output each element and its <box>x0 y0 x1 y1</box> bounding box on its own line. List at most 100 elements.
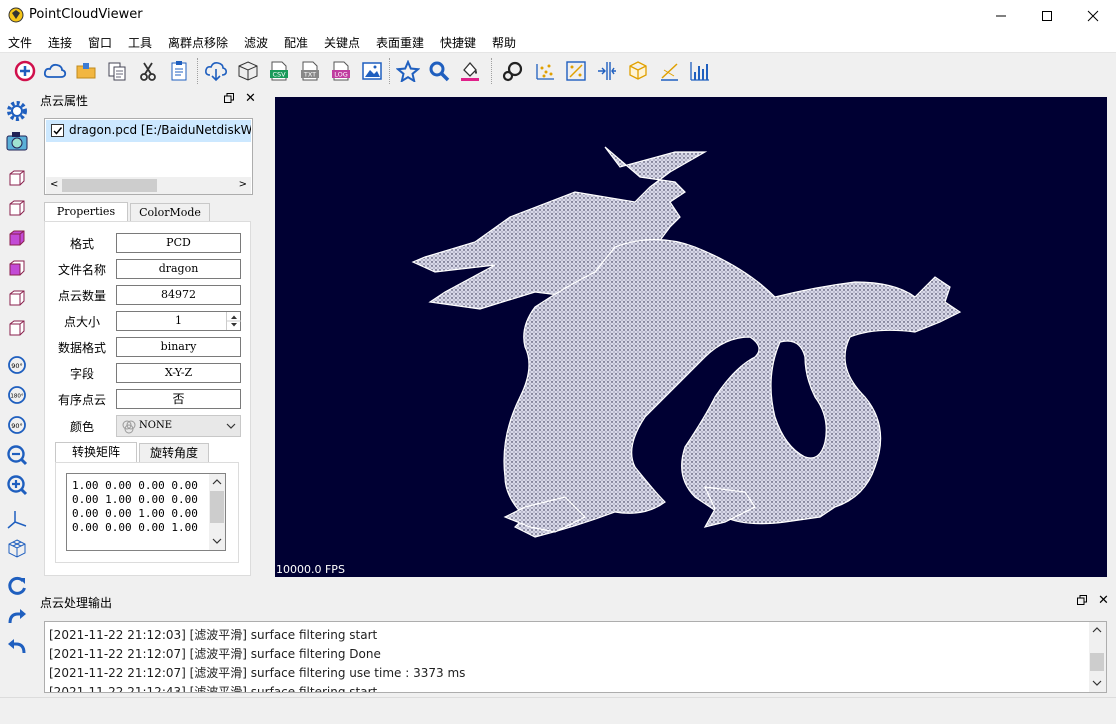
chevron-left-icon[interactable]: < <box>50 179 58 190</box>
scrollbar-thumb[interactable] <box>210 491 224 523</box>
format-field[interactable]: PCD <box>116 233 241 253</box>
filename-field[interactable]: dragon <box>116 259 241 279</box>
float-icon[interactable] <box>1077 595 1087 605</box>
menu-file[interactable]: 文件 <box>8 34 32 51</box>
view-right-button[interactable] <box>4 315 30 341</box>
horizontal-scrollbar[interactable]: < > <box>46 177 251 194</box>
add-button[interactable] <box>12 58 38 84</box>
close-button[interactable] <box>1070 0 1116 31</box>
output-log[interactable]: [2021-11-22 21:12:03] [滤波平滑] surface fil… <box>44 621 1107 693</box>
screenshot-button[interactable] <box>4 128 30 154</box>
refresh-button[interactable] <box>4 573 30 599</box>
tab-transform-matrix[interactable]: 转换矩阵 <box>55 442 137 462</box>
list-item[interactable]: dragon.pcd [E:/BaiduNetdiskWorkspace <box>46 120 251 142</box>
rotate-180-button[interactable]: 180° <box>4 382 30 408</box>
open-folder-button[interactable] <box>73 58 99 84</box>
menu-outlier-removal[interactable]: 离群点移除 <box>168 34 228 51</box>
redo-button[interactable] <box>4 603 30 629</box>
settings-button[interactable] <box>4 98 30 124</box>
zoom-out-button[interactable] <box>4 442 30 468</box>
cube-bottom-icon <box>9 260 25 276</box>
menu-surface-reconstruction[interactable]: 表面重建 <box>376 34 424 51</box>
paste-button[interactable] <box>166 58 192 84</box>
menu-help[interactable]: 帮助 <box>492 34 516 51</box>
export-log-button[interactable]: LOG <box>328 58 354 84</box>
chevron-right-icon[interactable]: > <box>239 179 247 190</box>
point-cloud-list[interactable]: dragon.pcd [E:/BaiduNetdiskWorkspace < > <box>44 118 253 195</box>
tab-colormode[interactable]: ColorMode <box>130 203 210 223</box>
undo-button[interactable] <box>4 633 30 659</box>
histogram-button[interactable] <box>687 58 713 84</box>
favorite-button[interactable] <box>395 58 421 84</box>
vertical-scrollbar[interactable] <box>1089 622 1106 692</box>
log-line: [2021-11-22 21:12:43] [滤波平滑] surface fil… <box>49 685 378 693</box>
point-cloud-viewport[interactable]: 10000.0 FPS <box>275 97 1107 577</box>
zoom-in-button[interactable] <box>4 472 30 498</box>
scale-button[interactable] <box>563 58 589 84</box>
view-top-button[interactable] <box>4 225 30 251</box>
menu-registration[interactable]: 配准 <box>284 34 308 51</box>
point-pick-button[interactable] <box>501 58 527 84</box>
point-count-field[interactable]: 84972 <box>116 285 241 305</box>
view-front-button[interactable] <box>4 165 30 191</box>
float-icon[interactable] <box>224 93 234 103</box>
rotate-90-ccw-button[interactable]: 90° <box>4 412 30 438</box>
download-button[interactable] <box>203 58 229 84</box>
copy-button[interactable] <box>104 58 130 84</box>
toolbar-separator <box>197 58 198 84</box>
menu-window[interactable]: 窗口 <box>88 34 112 51</box>
export-model-button[interactable] <box>235 58 261 84</box>
menu-connect[interactable]: 连接 <box>48 34 72 51</box>
view-back-button[interactable] <box>4 195 30 221</box>
cut-button[interactable] <box>135 58 161 84</box>
tab-rotation-angle[interactable]: 旋转角度 <box>139 443 209 463</box>
visibility-checkbox[interactable] <box>51 124 64 137</box>
maximize-button[interactable] <box>1024 0 1070 31</box>
chevron-up-icon[interactable] <box>212 478 222 485</box>
color-select[interactable]: NONE <box>116 415 241 437</box>
file-label: dragon.pcd [E:/BaiduNetdiskWorkspace <box>69 123 251 137</box>
log-icon: LOG <box>332 61 350 81</box>
menu-filter[interactable]: 滤波 <box>244 34 268 51</box>
menu-tools[interactable]: 工具 <box>128 34 152 51</box>
output-dock-title: 点云处理输出 ✕ <box>36 591 1116 611</box>
bounding-box-button[interactable] <box>625 58 651 84</box>
menu-keypoints[interactable]: 关键点 <box>324 34 360 51</box>
wireframe-button[interactable] <box>4 536 30 562</box>
view-left-button[interactable] <box>4 285 30 311</box>
svg-text:CSV: CSV <box>272 71 286 79</box>
chevron-down-icon[interactable] <box>1092 680 1102 687</box>
export-txt-button[interactable]: TXT <box>297 58 323 84</box>
scrollbar-thumb[interactable] <box>1090 653 1104 671</box>
view-bottom-button[interactable] <box>4 255 30 281</box>
color-wheel-icon <box>122 420 136 434</box>
search-button[interactable] <box>426 58 452 84</box>
axis-button[interactable] <box>656 58 682 84</box>
export-csv-button[interactable]: CSV <box>266 58 292 84</box>
data-format-field[interactable]: binary <box>116 337 241 357</box>
chevron-up-icon[interactable] <box>1092 626 1102 633</box>
download-cloud-icon <box>205 62 227 82</box>
chevron-down-icon[interactable] <box>212 538 222 545</box>
properties-dock-label: 点云属性 <box>40 94 89 108</box>
close-icon[interactable]: ✕ <box>1098 594 1109 608</box>
keypoint-button[interactable] <box>532 58 558 84</box>
fill-color-button[interactable] <box>457 58 483 84</box>
rotate-90-button[interactable]: 90° <box>4 352 30 378</box>
transform-matrix-textarea[interactable]: 1.00 0.00 0.00 0.00 0.00 1.00 0.00 0.00 … <box>66 473 226 551</box>
align-button[interactable] <box>594 58 620 84</box>
close-icon[interactable]: ✕ <box>245 92 256 106</box>
spin-buttons[interactable] <box>226 312 241 330</box>
vertical-scrollbar[interactable] <box>209 474 225 550</box>
cloud-button[interactable] <box>42 58 68 84</box>
organized-field[interactable]: 否 <box>116 389 241 409</box>
minimize-button[interactable] <box>978 0 1024 31</box>
scrollbar-thumb[interactable] <box>62 179 157 192</box>
export-image-button[interactable] <box>359 58 385 84</box>
axes-button[interactable] <box>4 506 30 532</box>
view-toolbar: 90° 180° 90° <box>0 96 34 662</box>
fields-field[interactable]: X-Y-Z <box>116 363 241 383</box>
tab-properties[interactable]: Properties <box>44 202 128 222</box>
menu-shortcuts[interactable]: 快捷键 <box>440 34 476 51</box>
point-size-spinbox[interactable]: 1 <box>116 311 241 331</box>
